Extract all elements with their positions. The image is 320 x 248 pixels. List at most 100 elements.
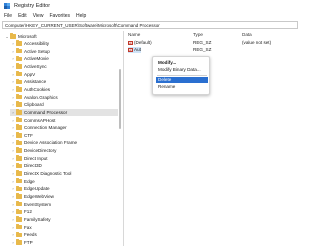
tree-item-label: EdgeWebView xyxy=(24,194,54,199)
tree-item[interactable]: › Command Processor xyxy=(10,108,118,116)
folder-icon xyxy=(16,86,22,92)
tree-item-label: CommsAPHost xyxy=(24,117,56,123)
string-value-icon: ab xyxy=(128,40,133,45)
folder-icon xyxy=(16,208,22,215)
value-type: REG_SZ xyxy=(193,47,212,52)
menu-help[interactable]: Help xyxy=(76,12,86,20)
tree-item[interactable]: › FTP xyxy=(10,239,118,246)
column-header-data[interactable]: Data xyxy=(242,31,252,38)
menu-view[interactable]: View xyxy=(33,12,44,20)
folder-icon xyxy=(16,93,22,100)
tree-item-label: ActiveSync xyxy=(24,63,47,69)
folder-icon xyxy=(16,40,22,46)
tree-item-label: Clipboard xyxy=(24,102,44,108)
tree-item[interactable]: › DirectX Diagnostic Tool xyxy=(10,170,118,177)
tree-item[interactable]: › Avalon.Graphics xyxy=(10,93,118,101)
tree-item[interactable]: › Active Setup xyxy=(10,47,118,55)
column-header-name[interactable]: Name xyxy=(128,31,140,38)
folder-icon xyxy=(16,55,22,62)
tree-item-label: Direct Input xyxy=(24,155,48,161)
menu-modify-binary-data[interactable]: Modify Binary Data... xyxy=(156,67,208,73)
tree-item[interactable]: › EdgeUpdate xyxy=(10,185,118,192)
tree-scrollbar[interactable] xyxy=(119,31,121,246)
tree-item[interactable]: › AppV xyxy=(10,70,118,78)
tree-item-label: FTP xyxy=(24,239,33,245)
tree-item[interactable]: › Fax xyxy=(10,223,118,231)
tree-item[interactable]: › EdgeWebView xyxy=(10,193,118,200)
tree-item[interactable]: › EventSystem xyxy=(10,200,118,208)
tree-item[interactable]: › Device Association Frame xyxy=(10,139,118,146)
tree-item-label: DeviceDirectory xyxy=(24,148,57,154)
value-row[interactable]: ab (Default) REG_SZ (value not set) xyxy=(126,40,298,46)
tree-item-label: Connection Manager xyxy=(24,125,67,131)
tree-item-label: ActiveMovie xyxy=(24,56,49,62)
menu-modify[interactable]: Modify... xyxy=(156,60,208,66)
list-header: Name Type Data xyxy=(126,31,298,38)
folder-icon xyxy=(16,162,22,169)
value-data: (value not set) xyxy=(242,40,272,45)
tree-item-label: FamilySafety xyxy=(24,216,51,222)
value-name: Aut xyxy=(134,47,141,52)
tree-item-label: Feeds xyxy=(24,232,37,238)
folder-icon xyxy=(16,216,22,222)
tree-item[interactable]: › CommsAPHost xyxy=(10,116,118,124)
tree-item-label: AuthCookies xyxy=(24,86,51,92)
tree-item-label: DirectX Diagnostic Tool xyxy=(24,171,72,177)
tree-item-label: AppV xyxy=(24,71,36,77)
folder-icon xyxy=(16,109,22,115)
tree-item[interactable]: › Connection Manager xyxy=(10,124,118,131)
tree-item-label: Assistance xyxy=(24,79,47,85)
menu-edit[interactable]: Edit xyxy=(18,12,27,20)
context-menu: Modify... Modify Binary Data... Delete R… xyxy=(152,56,210,95)
menu-delete[interactable]: Delete xyxy=(156,77,208,83)
tree-item[interactable]: › Assistance xyxy=(10,78,118,85)
tree-item-label: CTF xyxy=(24,132,33,138)
tree-item-label: EventSystem xyxy=(24,201,52,207)
tree-item[interactable]: › Feeds xyxy=(10,231,118,238)
tree-item[interactable]: › ActiveSync xyxy=(10,63,118,70)
folder-icon xyxy=(16,239,22,245)
tree-item[interactable]: › Direct Input xyxy=(10,155,118,162)
folder-icon xyxy=(16,185,22,192)
tree-item[interactable]: › AuthCookies xyxy=(10,86,118,93)
folder-icon xyxy=(16,178,22,184)
folder-icon xyxy=(16,200,22,207)
folder-icon xyxy=(16,147,22,153)
tree-item-label: Device Association Frame xyxy=(24,140,78,146)
menu-favorites[interactable]: Favorites xyxy=(49,12,70,20)
tree-item[interactable]: › Clipboard xyxy=(10,101,118,108)
tree-item[interactable]: › FamilySafety xyxy=(10,216,118,223)
address-bar[interactable]: Computer\HKEY_CURRENT_USER\Software\Micr… xyxy=(2,21,298,29)
tree-item[interactable]: › Accessibility xyxy=(10,40,118,47)
tree-item[interactable]: › F12 xyxy=(10,208,118,215)
tree-item[interactable]: › DeviceDirectory xyxy=(10,147,118,154)
registry-tree: ⌄ Microsoft › Accessibility › Active Setup ›… xyxy=(2,31,124,246)
folder-icon xyxy=(16,116,22,123)
column-header-type[interactable]: Type xyxy=(193,31,203,38)
tree-item-label: F12 xyxy=(24,209,32,215)
folder-icon xyxy=(16,231,22,237)
tree-item[interactable]: › CTF xyxy=(10,132,118,139)
scrollbar-thumb[interactable] xyxy=(119,69,121,129)
folder-icon xyxy=(10,33,16,39)
menu-rename[interactable]: Rename xyxy=(156,84,208,90)
registry-editor-icon xyxy=(4,3,10,9)
value-type: REG_SZ xyxy=(193,40,212,45)
folder-icon xyxy=(16,139,22,146)
menu-file[interactable]: File xyxy=(4,12,12,20)
folder-icon xyxy=(16,170,22,176)
folder-icon xyxy=(16,78,22,84)
tree-item-microsoft[interactable]: ⌄ Microsoft xyxy=(4,33,37,40)
tree-item[interactable]: › Direct3D xyxy=(10,162,118,169)
folder-icon xyxy=(16,132,22,138)
menu-bar: File Edit View Favorites Help xyxy=(0,12,300,20)
title-bar: Registry Editor xyxy=(0,0,300,12)
folder-icon xyxy=(16,70,22,77)
tree-item[interactable]: › Edge xyxy=(10,178,118,185)
tree-item-label: Fax xyxy=(24,224,32,230)
value-row-selected[interactable]: ab Aut REG_SZ xyxy=(126,47,298,53)
folder-icon xyxy=(16,155,22,161)
folder-icon xyxy=(16,193,22,199)
tree-item[interactable]: › ActiveMovie xyxy=(10,55,118,62)
folder-icon xyxy=(16,63,22,69)
